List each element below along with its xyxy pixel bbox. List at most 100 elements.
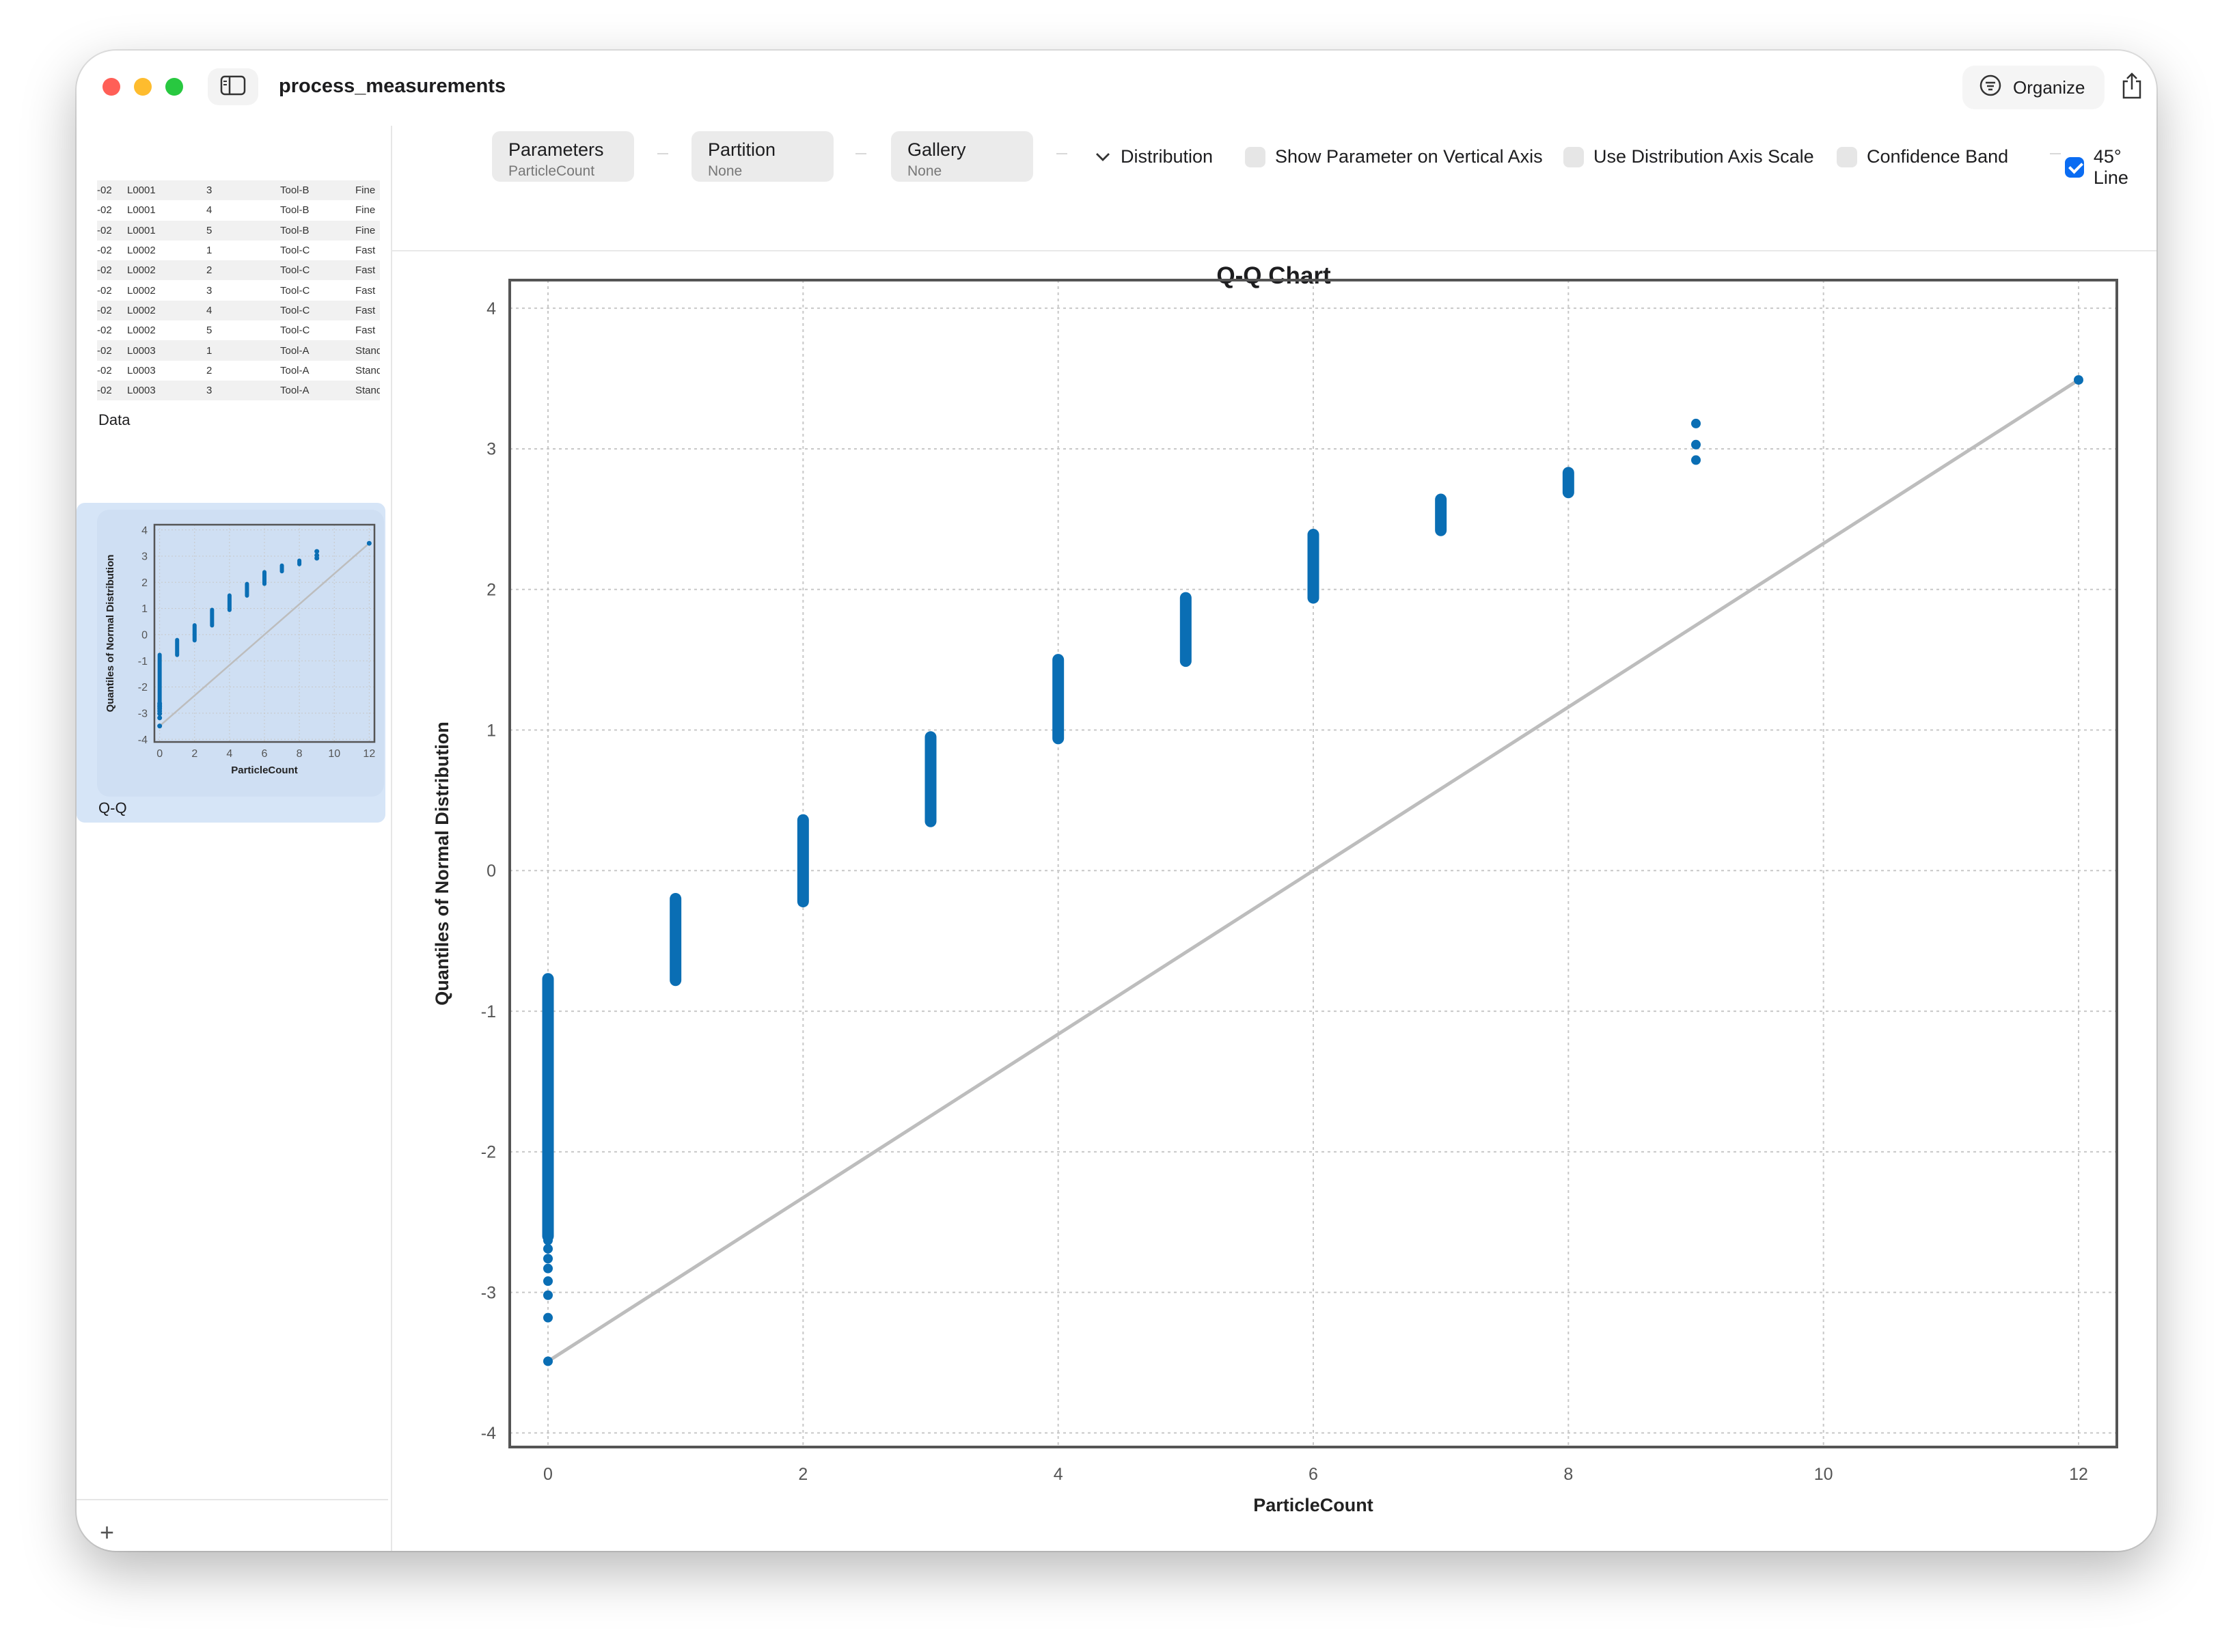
data-point — [157, 724, 163, 729]
qq-thumbnail[interactable]: 0 2 4 6 8 10 12 -4 -3 -2 -1 0 1 2 3 4 ParticleCount Quant… — [97, 510, 384, 797]
y-tick-label: 0 — [487, 862, 496, 881]
app-window: process_measurements Organize -02 L0001 3 T… — [77, 51, 2156, 1551]
table-cell: Fast — [355, 264, 376, 277]
chart-toolbar: Parameters ParticleCount Partition None … — [391, 126, 2156, 251]
add-item-button[interactable]: + — [100, 1518, 114, 1547]
table-cell: L0002 — [127, 325, 156, 337]
sidebar-toggle-button[interactable] — [208, 68, 258, 105]
table-cell: Tool-B — [280, 204, 310, 217]
table-row[interactable]: -02 L0001 4 Tool-B Fine — [97, 200, 380, 220]
table-cell: L0002 — [127, 264, 156, 277]
table-row[interactable]: -02 L0002 1 Tool-C Fast — [97, 240, 380, 260]
organize-label: Organize — [2013, 77, 2085, 98]
table-cell: L0001 — [127, 224, 156, 236]
table-row[interactable]: -02 L0002 4 Tool-C Fast — [97, 300, 380, 321]
y-tick-label: -3 — [138, 708, 148, 719]
data-point — [543, 1312, 553, 1323]
y-tick-label: 0 — [141, 630, 148, 642]
x-tick-label: 6 — [1309, 1465, 1318, 1484]
table-row[interactable]: -02 L0003 3 Tool-A Stand — [97, 380, 380, 401]
table-row[interactable]: -02 L0001 3 Tool-B Fine — [97, 180, 380, 201]
minimize-window-button[interactable] — [134, 78, 152, 96]
y-tick-label: 4 — [141, 525, 148, 536]
table-row[interactable]: -02 L0003 1 Tool-A Stand — [97, 340, 380, 361]
y-tick-label: 3 — [487, 440, 496, 459]
gallery-button[interactable]: Gallery None — [891, 131, 1033, 182]
table-cell: Fine — [355, 204, 376, 217]
table-cell: 2 — [206, 264, 213, 277]
organize-button[interactable]: Organize — [1962, 66, 2105, 109]
use-distribution-scale-label: Use Distribution Axis Scale — [1593, 146, 1814, 167]
table-cell: 5 — [206, 325, 213, 337]
table-cell: -02 — [97, 245, 112, 257]
data-point — [543, 1254, 553, 1264]
table-cell: Fine — [355, 224, 376, 236]
distribution-dropdown[interactable]: Distribution — [1095, 146, 1213, 167]
sidebar-item-qq-label[interactable]: Q-Q — [98, 799, 127, 817]
table-row[interactable]: -02L00034Tool-AStand — [97, 400, 380, 403]
close-window-button[interactable] — [102, 78, 120, 96]
table-cell: Tool-A — [280, 364, 310, 376]
parameters-button[interactable]: Parameters ParticleCount — [492, 131, 634, 182]
table-cell: -02 — [97, 284, 112, 297]
confidence-band-checkbox[interactable]: Confidence Band — [1837, 146, 2008, 167]
y-tick-label: 3 — [141, 551, 148, 563]
table-cell: Stand — [355, 364, 380, 376]
x-tick-label: 4 — [226, 748, 232, 760]
x-axis-label: ParticleCount — [231, 765, 298, 776]
use-distribution-scale-checkbox[interactable]: Use Distribution Axis Scale — [1563, 146, 1814, 167]
data-point — [1691, 439, 1701, 450]
table-row[interactable]: -02 L0002 5 Tool-C Fast — [97, 320, 380, 340]
partition-button[interactable]: Partition None — [691, 131, 834, 182]
table-cell: -02 — [97, 264, 112, 277]
data-point — [543, 1243, 553, 1254]
y-tick-label: 1 — [141, 603, 148, 615]
y-tick-label: 2 — [141, 577, 148, 589]
data-point — [157, 701, 163, 706]
table-cell: 4 — [206, 204, 213, 217]
sidebar-icon — [220, 75, 246, 99]
table-cell: L0002 — [127, 245, 156, 257]
chart-area: Q-Q Chart 0 2 4 6 8 10 12 -4 -3 -2 -1 0 1 2 3 4 Particle… — [391, 256, 2156, 1551]
checkbox-checked — [2065, 157, 2084, 178]
data-point — [1691, 418, 1701, 428]
qq-chart[interactable]: 0 2 4 6 8 10 12-4-3-2-101234ParticleCountQuant… — [391, 256, 2156, 1551]
table-cell: L0003 — [127, 385, 156, 397]
table-cell: -02 — [97, 304, 112, 316]
checkbox-box — [1837, 146, 1857, 167]
sidebar-item-data-label[interactable]: Data — [98, 411, 130, 429]
checkbox-box — [1245, 146, 1265, 167]
table-cell: -02 — [97, 364, 112, 376]
table-cell: -02 — [97, 385, 112, 397]
table-cell: Stand — [355, 344, 380, 357]
table-cell: Tool-C — [280, 284, 310, 297]
table-row[interactable]: -02 L0001 5 Tool-B Fine — [97, 220, 380, 240]
data-point — [543, 1356, 553, 1366]
show-parameter-vertical-checkbox[interactable]: Show Parameter on Vertical Axis — [1245, 146, 1543, 167]
data-point — [543, 1263, 553, 1274]
table-row[interactable]: -02 L0003 2 Tool-A Stand — [97, 361, 380, 381]
zoom-window-button[interactable] — [165, 78, 183, 96]
x-tick-label: 10 — [328, 748, 340, 760]
data-table-preview[interactable]: -02 L0001 3 Tool-B Fine -02 L0001 4 Tool-B Fine -0… — [97, 180, 380, 403]
x-axis-label: ParticleCount — [1253, 1495, 1373, 1515]
share-button[interactable] — [2115, 71, 2148, 104]
x-tick-label: 0 — [543, 1465, 553, 1484]
line-45-checkbox[interactable]: 45° Line — [2065, 146, 2156, 189]
table-cell: 3 — [206, 184, 213, 197]
table-cell: Tool-A — [280, 344, 310, 357]
table-cell: 2 — [206, 364, 213, 376]
table-row[interactable]: -02 L0002 3 Tool-C Fast — [97, 280, 380, 300]
toolbar-separator — [2050, 153, 2061, 154]
parameters-label: Parameters — [508, 139, 604, 160]
data-point — [2074, 375, 2083, 385]
table-cell: Tool-A — [280, 385, 310, 397]
table-cell: L0003 — [127, 364, 156, 376]
table-row[interactable]: -02 L0002 2 Tool-C Fast — [97, 260, 380, 281]
filter-icon — [1979, 74, 2002, 102]
table-cell: Fine — [355, 184, 376, 197]
y-tick-label: -2 — [481, 1143, 496, 1162]
y-tick-label: -4 — [481, 1424, 496, 1443]
table-cell: L0001 — [127, 184, 156, 197]
sidebar-divider — [77, 1499, 388, 1500]
